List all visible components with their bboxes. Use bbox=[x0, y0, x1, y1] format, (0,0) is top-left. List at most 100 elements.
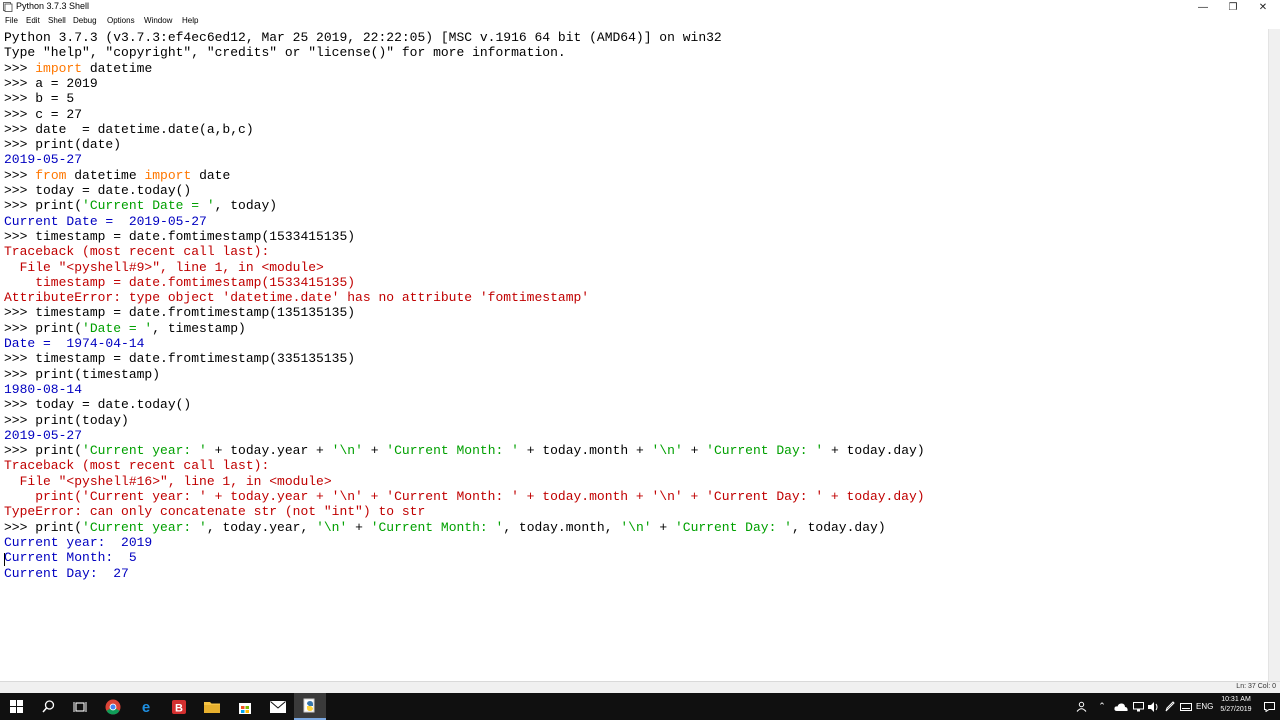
keyboard-icon bbox=[1180, 702, 1192, 711]
shell-line: >>> print('Current year: ', today.year, … bbox=[4, 520, 886, 535]
shell-line: File "<pyshell#9>", line 1, in <module> bbox=[4, 260, 324, 275]
shell-token: >>> print( bbox=[4, 320, 83, 336]
shell-token: Current year: 2019 bbox=[4, 534, 153, 550]
vertical-scrollbar[interactable] bbox=[1268, 29, 1280, 681]
shell-line: >>> print('Current Date = ', today) bbox=[4, 198, 277, 213]
language-indicator[interactable]: ENG bbox=[1196, 693, 1213, 720]
shell-line: 2019-05-27 bbox=[4, 428, 82, 443]
shell-line: 1980-08-14 bbox=[4, 382, 82, 397]
menu-help[interactable]: Help bbox=[182, 16, 198, 25]
shell-line: >>> today = date.today() bbox=[4, 183, 191, 198]
search-button[interactable] bbox=[32, 693, 64, 720]
shell-token: >>> today = date.today() bbox=[4, 397, 192, 413]
shell-token: Traceback (most recent call last): bbox=[4, 458, 270, 474]
shell-line: >>> timestamp = date.fromtimestamp(13513… bbox=[4, 305, 355, 320]
store-icon bbox=[239, 702, 251, 714]
shell-token: 2019-05-27 bbox=[4, 152, 83, 168]
shell-line: >>> c = 27 bbox=[4, 107, 82, 122]
taskbar-mail[interactable] bbox=[262, 693, 294, 720]
shell-token: + bbox=[651, 519, 675, 535]
cursor-position: Ln: 37 Col: 0 bbox=[1236, 683, 1276, 690]
menu-options[interactable]: Options bbox=[107, 16, 135, 25]
shell-line: Current Date = 2019-05-27 bbox=[4, 214, 207, 229]
task-view-button[interactable] bbox=[64, 693, 96, 720]
shell-token: date bbox=[191, 167, 231, 183]
maximize-button[interactable]: ❐ bbox=[1218, 0, 1248, 15]
shell-line: >>> from datetime import date bbox=[4, 168, 230, 183]
taskbar-store[interactable] bbox=[229, 693, 261, 720]
shell-token: Date = 1974-04-14 bbox=[4, 336, 145, 351]
taskbar: e B ⌃ ENG 10:31 AM 5/27/2019 bbox=[0, 693, 1280, 720]
shell-token: >>> timestamp = date.fromtimestamp(33513… bbox=[4, 351, 356, 367]
shell-line: >>> a = 2019 bbox=[4, 76, 98, 91]
tray-pen[interactable] bbox=[1162, 693, 1178, 720]
shell-line: >>> print('Current year: ' + today.year … bbox=[4, 443, 925, 458]
network-icon bbox=[1132, 701, 1144, 711]
shell-token: + bbox=[682, 443, 707, 459]
shell-line: >>> timestamp = date.fomtimestamp(153341… bbox=[4, 229, 355, 244]
shell-token: , today.year, bbox=[206, 519, 317, 535]
shell-token: >>> print(timestamp) bbox=[4, 366, 161, 382]
shell-token: , today) bbox=[214, 198, 278, 214]
menu-window[interactable]: Window bbox=[144, 16, 172, 25]
tray-onedrive[interactable] bbox=[1111, 693, 1131, 720]
red-b-app-icon: B bbox=[172, 699, 186, 714]
restore-icon: ❐ bbox=[1228, 2, 1238, 13]
shell-line: Traceback (most recent call last): bbox=[4, 244, 269, 259]
chrome-icon bbox=[105, 699, 121, 715]
start-button[interactable] bbox=[0, 693, 32, 720]
shell-token: Type "help", "copyright", "credits" or "… bbox=[4, 45, 566, 61]
minimize-button[interactable]: — bbox=[1188, 0, 1218, 15]
tray-keyboard[interactable] bbox=[1178, 693, 1194, 720]
shell-line: >>> today = date.today() bbox=[4, 397, 191, 412]
shell-line: >>> print('Date = ', timestamp) bbox=[4, 321, 246, 336]
taskbar-edge[interactable]: e bbox=[130, 693, 162, 720]
taskbar-file-explorer[interactable] bbox=[196, 693, 228, 720]
menu-edit[interactable]: Edit bbox=[26, 16, 40, 25]
python-icon bbox=[3, 2, 13, 12]
shell-token: >>> timestamp = date.fromtimestamp(13513… bbox=[4, 305, 356, 321]
shell-token: datetime bbox=[82, 60, 153, 76]
pen-icon bbox=[1165, 701, 1175, 712]
clock-date: 5/27/2019 bbox=[1220, 706, 1252, 713]
volume-icon bbox=[1148, 701, 1158, 712]
shell-token: Traceback (most recent call last): bbox=[4, 244, 270, 260]
taskbar-app-b[interactable]: B bbox=[163, 693, 195, 720]
tray-overflow[interactable]: ⌃ bbox=[1095, 693, 1109, 720]
shell-token: >>> timestamp = date.fomtimestamp(153341… bbox=[4, 228, 356, 244]
shell-token: 'Date = ' bbox=[82, 320, 153, 336]
tray-person[interactable] bbox=[1070, 693, 1092, 720]
menu-debug[interactable]: Debug bbox=[73, 16, 97, 25]
shell-token: >>> bbox=[4, 60, 36, 76]
menu-shell[interactable]: Shell bbox=[48, 16, 66, 25]
close-icon: ✕ bbox=[1258, 2, 1268, 13]
tray-volume[interactable] bbox=[1146, 693, 1162, 720]
action-center-button[interactable] bbox=[1260, 693, 1278, 720]
shell-line: >>> b = 5 bbox=[4, 91, 74, 106]
shell-line: Current year: 2019 bbox=[4, 535, 152, 550]
shell-token: , timestamp) bbox=[152, 320, 246, 336]
shell-token: 'Current Month: ' bbox=[370, 519, 504, 535]
system-clock[interactable]: 10:31 AM 5/27/2019 bbox=[1214, 695, 1258, 715]
shell-line: 2019-05-27 bbox=[4, 152, 82, 167]
minimize-icon: — bbox=[1198, 2, 1208, 13]
shell-token: >>> b = 5 bbox=[4, 91, 75, 107]
shell-token: Current Date = 2019-05-27 bbox=[4, 213, 207, 229]
shell-line: Type "help", "copyright", "credits" or "… bbox=[4, 45, 566, 60]
shell-text-area[interactable]: Python 3.7.3 (v3.7.3:ef4ec6ed12, Mar 25 … bbox=[0, 29, 1268, 681]
taskbar-chrome[interactable] bbox=[97, 693, 129, 720]
shell-token: + today.month + bbox=[518, 443, 652, 459]
shell-token: >>> print(date) bbox=[4, 137, 122, 153]
shell-token: AttributeError: type object 'datetime.da… bbox=[4, 290, 590, 306]
tray-network[interactable] bbox=[1130, 693, 1146, 720]
shell-line: TypeError: can only concatenate str (not… bbox=[4, 504, 425, 519]
menu-file[interactable]: File bbox=[5, 16, 18, 25]
shell-token: >>> date = datetime.date(a,b,c) bbox=[4, 121, 254, 137]
shell-token: File "<pyshell#9>", line 1, in <module> bbox=[4, 259, 324, 275]
shell-line: >>> print(today) bbox=[4, 413, 129, 428]
shell-line: >>> timestamp = date.fromtimestamp(33513… bbox=[4, 351, 355, 366]
title-bar: Python 3.7.3 Shell — ❐ ✕ bbox=[0, 0, 1280, 15]
close-button[interactable]: ✕ bbox=[1248, 0, 1278, 15]
shell-line: >>> import datetime bbox=[4, 61, 152, 76]
taskbar-python-idle[interactable] bbox=[294, 693, 326, 720]
